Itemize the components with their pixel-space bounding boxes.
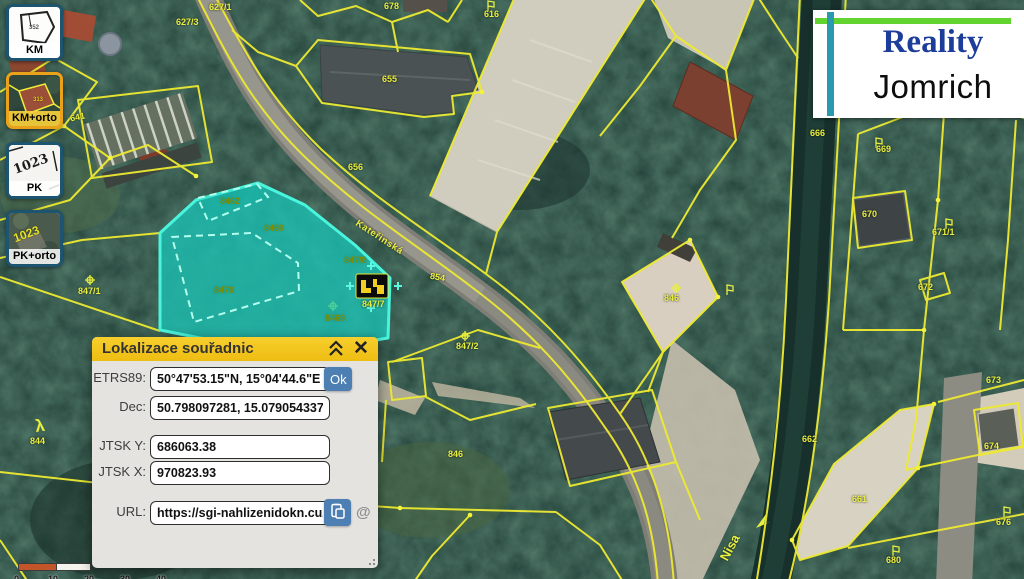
layer-button-pk-orto[interactable]: 1023 PK+orto (6, 210, 63, 267)
layer-button-pk[interactable]: 1023 PK (6, 142, 63, 199)
scalebar-segment-white (57, 563, 91, 571)
dialog-titlebar[interactable]: Lokalizace souřadnic ✕ (92, 337, 378, 361)
km-thumb-parcel-number: 352 (29, 25, 39, 31)
dialog-resize-handle[interactable] (367, 557, 375, 565)
dec-label: Dec: (92, 399, 146, 414)
coordinate-localization-dialog: Lokalizace souřadnic ✕ ETRS89: Ok Dec: J… (92, 337, 378, 568)
url-input[interactable] (150, 501, 330, 525)
layer-button-label: KM (9, 43, 60, 58)
ok-button[interactable]: Ok (324, 367, 352, 391)
layer-button-label: KM+orto (9, 111, 60, 126)
at-symbol[interactable]: @ (356, 504, 371, 521)
map-viewer-app: λ 627/3 627/1 678 616 641 (0, 0, 1024, 579)
dec-input[interactable] (150, 396, 330, 420)
logo-line1: Reality (853, 24, 1013, 61)
copy-url-button[interactable] (324, 499, 351, 526)
reality-jomrich-logo: Reality Jomrich (813, 10, 1024, 118)
jtsk-x-label: JTSK X: (92, 464, 146, 479)
layer-button-km-orto[interactable]: 313 KM+orto (6, 72, 63, 129)
layer-button-km[interactable]: 352 KM (6, 4, 63, 61)
clipboard-icon (330, 503, 346, 519)
scalebar-segment-red (18, 563, 57, 571)
scalebar-tick: 20 (84, 574, 94, 579)
collapse-icon[interactable] (326, 339, 346, 359)
layer-button-label: PK (9, 181, 60, 196)
logo-line2: Jomrich (853, 68, 1013, 106)
jtsk-y-input[interactable] (150, 435, 330, 459)
etrs89-input[interactable] (150, 367, 330, 391)
url-label: URL: (92, 504, 146, 519)
jtsk-y-label: JTSK Y: (92, 438, 146, 453)
scalebar-tick: 40 (156, 574, 166, 579)
map-scalebar (18, 563, 91, 571)
scalebar-tick: 10 (48, 574, 58, 579)
close-icon[interactable]: ✕ (351, 339, 371, 359)
layer-button-label: PK+orto (9, 249, 60, 264)
scalebar-tick: 30 (120, 574, 130, 579)
scalebar-tick: 0 (14, 574, 19, 579)
km-orto-thumb-parcel-number: 313 (33, 97, 43, 103)
jtsk-x-input[interactable] (150, 461, 330, 485)
logo-teal-line (827, 12, 834, 116)
dialog-title: Lokalizace souřadnic (102, 340, 254, 357)
etrs89-label: ETRS89: (92, 370, 146, 385)
